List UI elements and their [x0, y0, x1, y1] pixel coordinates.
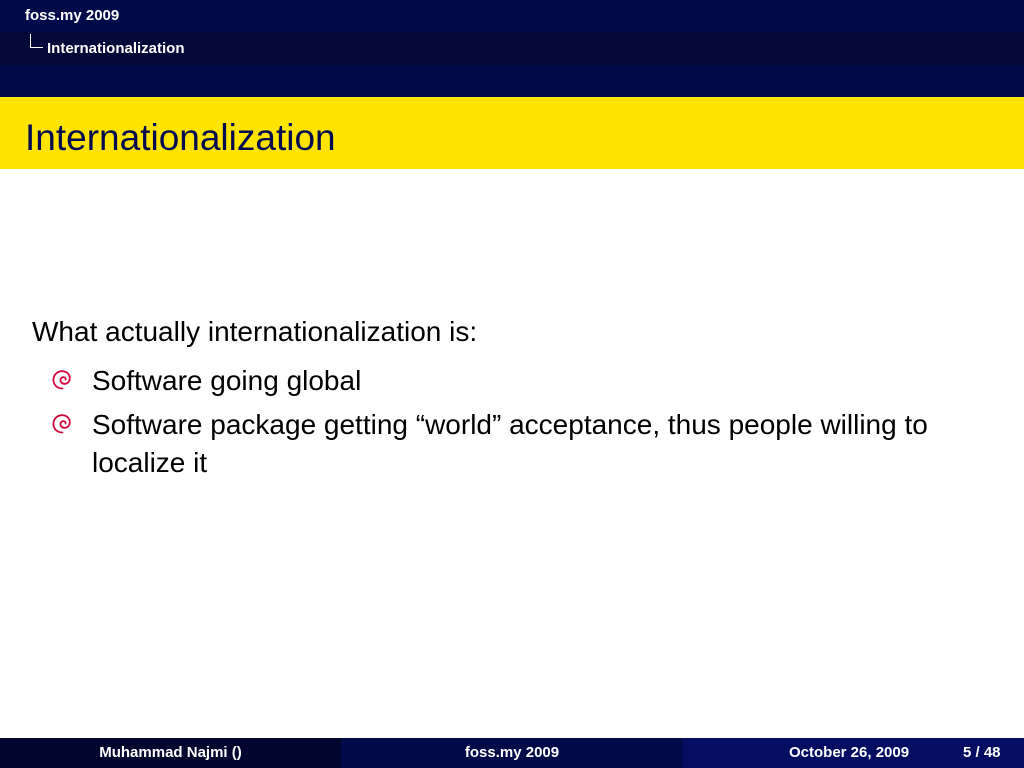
debian-swirl-icon: [52, 414, 71, 434]
page-number: 5 / 48: [963, 744, 1001, 761]
author-text: Muhammad Najmi (): [99, 744, 242, 761]
intro-text: What actually internationalization is:: [32, 316, 478, 347]
bullet-text: Software going global: [92, 365, 362, 396]
bullet-item: Software package getting “world” accepta…: [50, 406, 990, 482]
debian-swirl-icon: [52, 370, 71, 390]
footer-event: foss.my 2009: [341, 738, 683, 768]
bullet-text: Software package getting “world” accepta…: [92, 409, 928, 478]
bullet-list: Software going global Software package g…: [50, 362, 990, 488]
presentation-title[interactable]: foss.my 2009: [25, 7, 119, 25]
bullet-item: Software going global: [50, 362, 990, 400]
footer-date: October 26, 2009: [789, 744, 910, 761]
footer-right: October 26, 2009 5 / 48: [683, 738, 1024, 768]
section-title[interactable]: Internationalization: [47, 40, 185, 58]
tree-connector-icon: [30, 34, 43, 48]
event-text: foss.my 2009: [464, 744, 560, 761]
footer-author: Muhammad Najmi (): [0, 738, 341, 768]
header-bar: [0, 0, 1024, 32]
slide: foss.my 2009 Internationalization Intern…: [0, 0, 1024, 768]
frame-title: Internationalization: [25, 117, 336, 158]
footer: Muhammad Najmi () foss.my 2009 October 2…: [0, 738, 1024, 768]
subsection-bar: [0, 65, 1024, 97]
